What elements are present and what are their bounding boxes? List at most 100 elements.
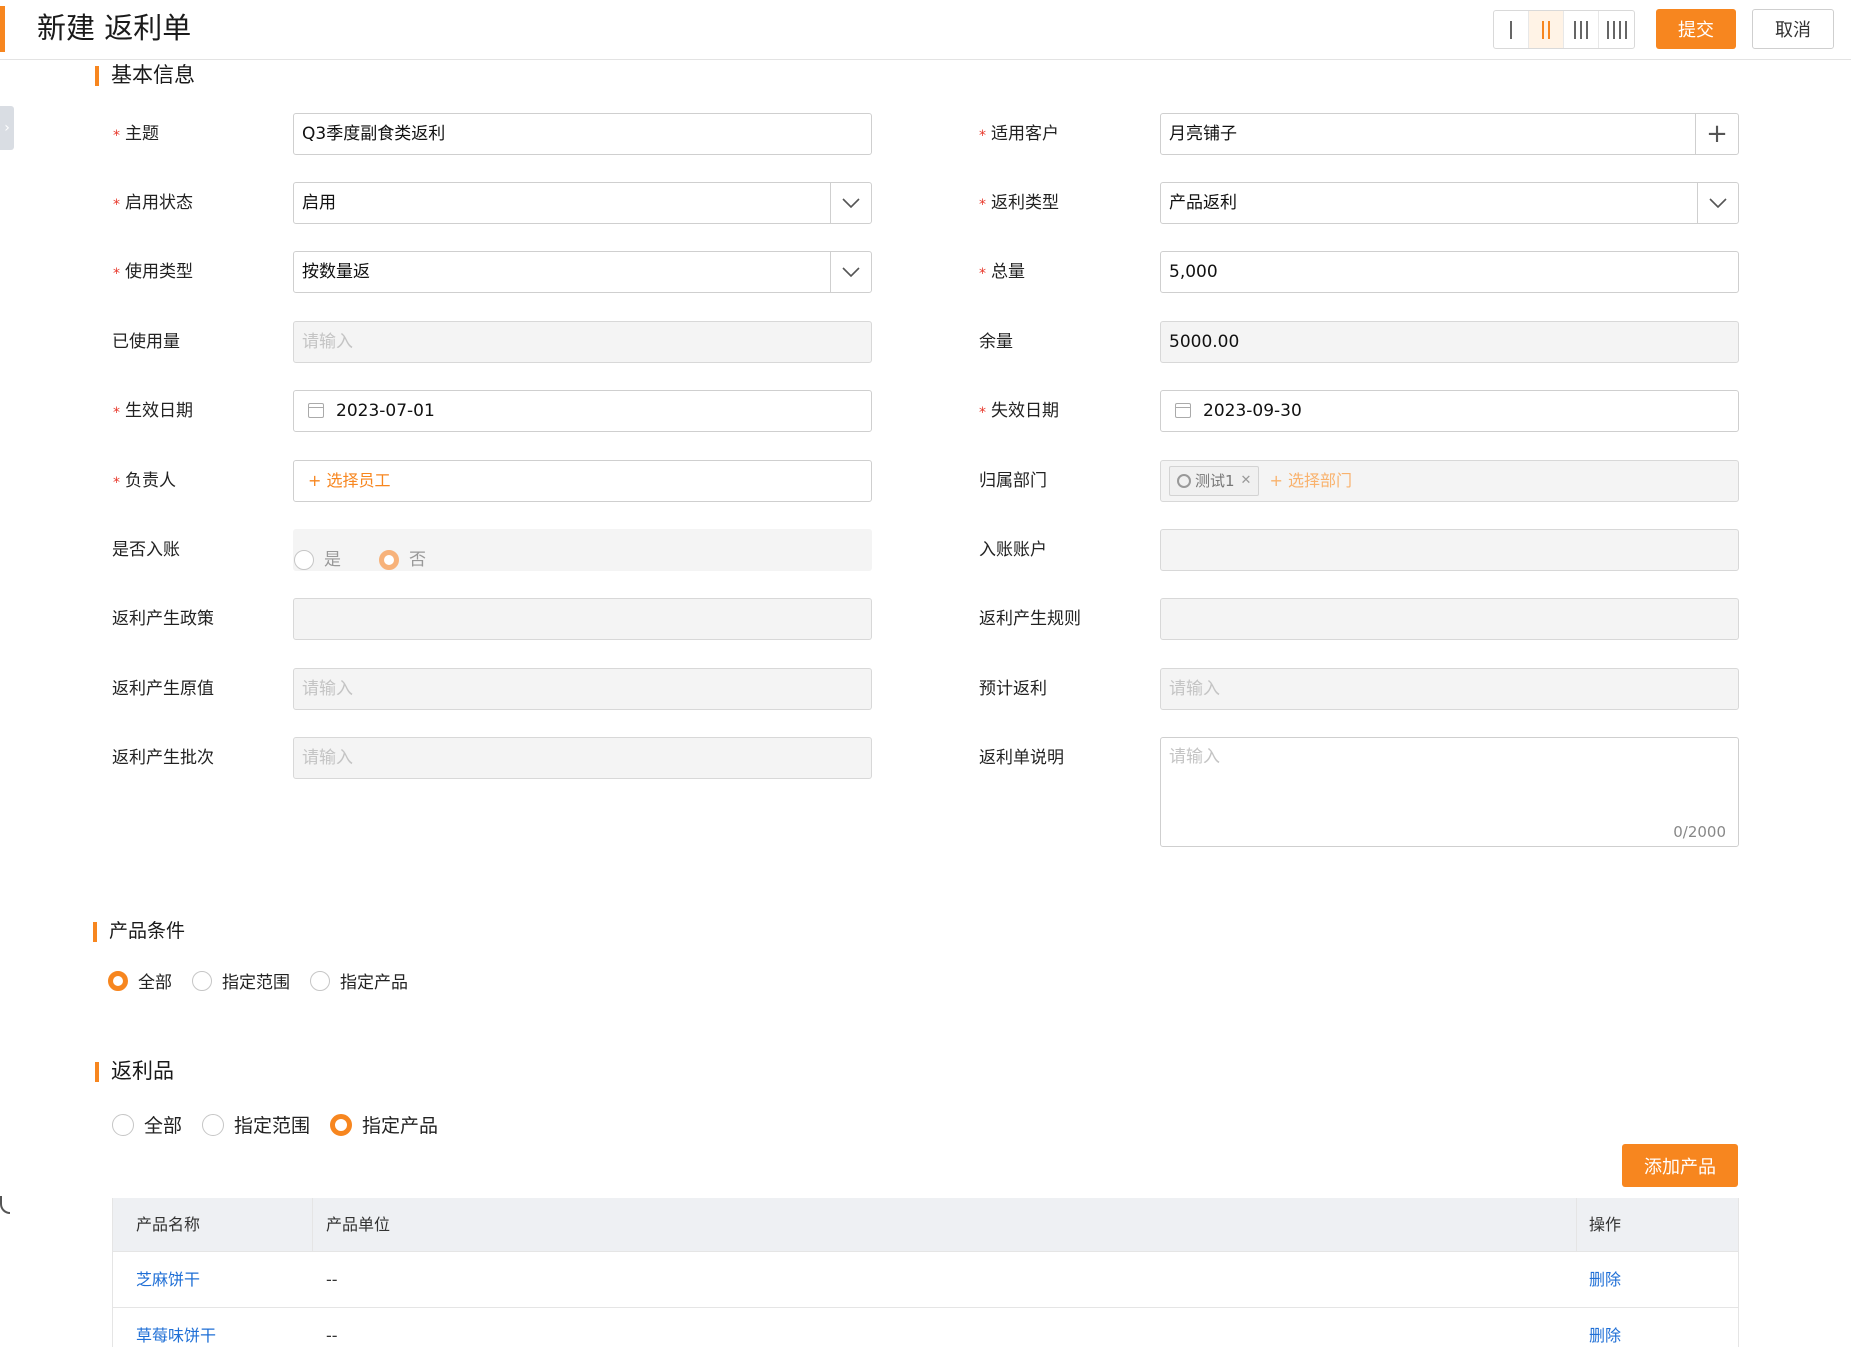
page: 新建 返利单 提交 取消 › 基本信息 * 主题 Q3季度副食类返利 * 适用客户 … xyxy=(0,0,1851,1347)
select-department-link[interactable]: + 选择部门 xyxy=(1269,471,1352,490)
column-layout-switch xyxy=(1493,10,1635,49)
chevron-down-icon xyxy=(830,183,871,223)
used-amount-input: 请输入 xyxy=(293,321,872,363)
original-value-label: 返利产生原值 xyxy=(112,679,214,699)
column-header-unit: 产品单位 xyxy=(313,1198,1577,1251)
department-label: 归属部门 xyxy=(979,471,1047,491)
layout-option-1-column[interactable] xyxy=(1494,11,1529,48)
required-mark: * xyxy=(113,266,120,282)
remaining-input: 5000.00 xyxy=(1160,321,1739,363)
drawer-edge-decoration xyxy=(0,1196,10,1214)
page-title: 新建 返利单 xyxy=(37,11,192,45)
posted-label: 是否入账 xyxy=(112,540,180,560)
close-icon[interactable]: ✕ xyxy=(1241,466,1252,496)
required-mark: * xyxy=(979,128,986,144)
owner-label: * 负责人 xyxy=(113,469,176,493)
table-row: 芝麻饼干 -- 删除 xyxy=(113,1252,1738,1308)
customer-input[interactable]: 月亮铺子 + xyxy=(1160,113,1739,155)
table-header: 产品名称 产品单位 操作 xyxy=(113,1198,1738,1252)
add-product-button[interactable]: 添加产品 xyxy=(1622,1144,1738,1187)
account-input xyxy=(1160,529,1739,571)
calendar-icon xyxy=(1175,403,1191,418)
plus-icon: + xyxy=(1706,119,1728,149)
rebate-type-select[interactable]: 产品返利 xyxy=(1160,182,1739,224)
circle-icon xyxy=(1177,474,1191,488)
cancel-button[interactable]: 取消 xyxy=(1752,9,1834,49)
posted-radio-group: 是 否 xyxy=(293,529,872,571)
rebate-all-radio[interactable]: 全部 xyxy=(112,1111,182,1138)
rebate-products-radio-group: 全部 指定范围 指定产品 xyxy=(112,1111,458,1138)
char-counter: 0/2000 xyxy=(1673,823,1726,841)
start-date-label: * 生效日期 xyxy=(113,399,193,423)
required-mark: * xyxy=(979,197,986,213)
owner-picker[interactable]: + 选择员工 xyxy=(293,460,872,502)
used-amount-label: 已使用量 xyxy=(112,332,180,352)
required-mark: * xyxy=(979,405,986,421)
posted-yes-radio[interactable]: 是 xyxy=(294,540,341,570)
required-mark: * xyxy=(113,475,120,491)
chevron-down-icon xyxy=(830,252,871,292)
rebate-product-radio[interactable]: 指定产品 xyxy=(330,1111,438,1138)
delete-link[interactable]: 删除 xyxy=(1589,1270,1621,1289)
required-mark: * xyxy=(113,128,120,144)
product-condition-radio-group: 全部 指定范围 指定产品 xyxy=(108,968,428,993)
department-picker[interactable]: 测试1 ✕ + 选择部门 xyxy=(1160,460,1739,502)
subject-input[interactable]: Q3季度副食类返利 xyxy=(293,113,872,155)
start-date-picker[interactable]: 2023-07-01 xyxy=(293,390,872,432)
customer-label: * 适用客户 xyxy=(979,122,1059,146)
required-mark: * xyxy=(979,266,986,282)
product-name-link[interactable]: 芝麻饼干 xyxy=(136,1270,200,1289)
layout-option-4-columns[interactable] xyxy=(1599,11,1634,48)
total-input[interactable]: 5,000 xyxy=(1160,251,1739,293)
two-column-icon xyxy=(1542,20,1550,39)
condition-range-radio[interactable]: 指定范围 xyxy=(192,968,290,993)
department-tag: 测试1 ✕ xyxy=(1169,466,1260,496)
rebate-type-label: * 返利类型 xyxy=(979,191,1059,215)
section-title-product-condition: 产品条件 xyxy=(93,916,185,946)
end-date-picker[interactable]: 2023-09-30 xyxy=(1160,390,1739,432)
expand-sidebar-tab[interactable]: › xyxy=(0,106,14,150)
rule-label: 返利产生规则 xyxy=(979,609,1081,629)
required-mark: * xyxy=(113,405,120,421)
condition-all-radio[interactable]: 全部 xyxy=(108,968,172,993)
product-unit-cell: -- xyxy=(326,1326,338,1345)
description-textarea[interactable]: 请输入 0/2000 xyxy=(1160,737,1739,847)
status-select[interactable]: 启用 xyxy=(293,182,872,224)
batch-input: 请输入 xyxy=(293,737,872,779)
column-header-action: 操作 xyxy=(1589,1215,1622,1234)
policy-label: 返利产生政策 xyxy=(112,609,214,629)
page-header: 新建 返利单 提交 取消 xyxy=(0,0,1851,60)
chevron-down-icon xyxy=(1697,183,1738,223)
select-employee-link[interactable]: + 选择员工 xyxy=(308,471,391,490)
table-row: 草莓味饼干 -- 删除 xyxy=(113,1308,1738,1347)
four-column-icon xyxy=(1606,20,1627,39)
layout-option-3-columns[interactable] xyxy=(1564,11,1599,48)
usage-type-select[interactable]: 按数量返 xyxy=(293,251,872,293)
description-label: 返利单说明 xyxy=(979,748,1064,768)
status-label: * 启用状态 xyxy=(113,191,193,215)
condition-product-radio[interactable]: 指定产品 xyxy=(310,968,408,993)
expected-rebate-input: 请输入 xyxy=(1160,668,1739,710)
expected-rebate-label: 预计返利 xyxy=(979,679,1047,699)
policy-input xyxy=(293,598,872,640)
three-column-icon xyxy=(1574,20,1588,39)
product-unit-cell: -- xyxy=(326,1270,338,1289)
section-title-rebate-products: 返利品 xyxy=(95,1056,174,1086)
product-name-link[interactable]: 草莓味饼干 xyxy=(136,1326,216,1345)
rebate-range-radio[interactable]: 指定范围 xyxy=(202,1111,310,1138)
total-label: * 总量 xyxy=(979,260,1025,284)
batch-label: 返利产生批次 xyxy=(112,748,214,768)
usage-type-label: * 使用类型 xyxy=(113,260,193,284)
layout-option-2-columns[interactable] xyxy=(1529,11,1564,48)
add-customer-button[interactable]: + xyxy=(1695,114,1738,154)
subject-label: * 主题 xyxy=(113,122,159,146)
header-accent-bar xyxy=(0,6,5,52)
posted-no-radio[interactable]: 否 xyxy=(379,540,426,570)
calendar-icon xyxy=(308,403,324,418)
column-header-name: 产品名称 xyxy=(113,1198,313,1251)
delete-link[interactable]: 删除 xyxy=(1589,1326,1621,1345)
chevron-right-icon: › xyxy=(4,120,10,136)
account-label: 入账账户 xyxy=(979,540,1047,560)
submit-button[interactable]: 提交 xyxy=(1656,9,1736,49)
rule-input xyxy=(1160,598,1739,640)
